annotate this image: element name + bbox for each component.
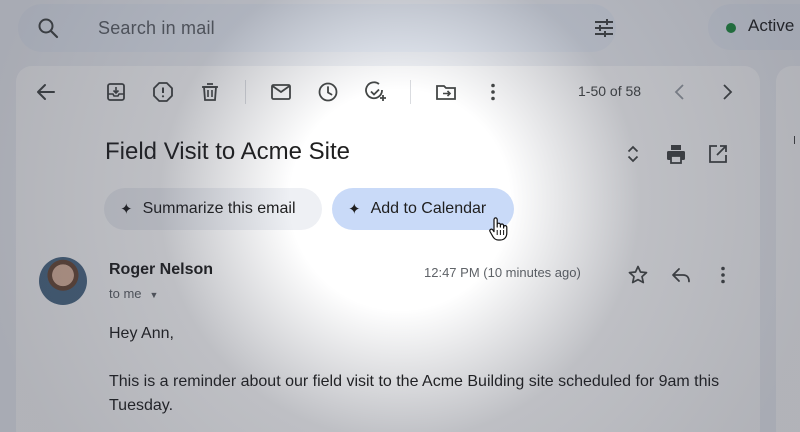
status-dot — [726, 23, 736, 33]
email-body: This is a reminder about our field visit… — [109, 373, 720, 414]
status-label: Active — [748, 16, 795, 35]
star-icon[interactable] — [626, 263, 650, 287]
summarize-label: Summarize this email — [142, 200, 296, 217]
chevron-right-icon[interactable] — [715, 80, 739, 104]
message-more-icon[interactable] — [711, 263, 735, 287]
mark-unread-icon[interactable] — [269, 80, 293, 104]
reply-icon[interactable] — [669, 263, 693, 287]
snooze-icon[interactable] — [316, 80, 340, 104]
email-greeting: Hey Ann, — [109, 325, 174, 342]
search-options-icon[interactable] — [592, 16, 616, 40]
search-input[interactable]: Search in mail — [98, 18, 215, 39]
email-subject: Field Visit to Acme Site — [105, 138, 350, 165]
pagination-count: 1-50 of 58 — [578, 83, 642, 99]
caret-down-icon[interactable]: ▼ — [150, 290, 159, 300]
recipient-label: to me — [109, 286, 142, 301]
search-bar[interactable]: Search in mail — [18, 4, 616, 52]
sender-name[interactable]: Roger Nelson — [109, 261, 213, 279]
chevron-left-icon[interactable] — [668, 80, 692, 104]
hand-pointer-cursor-icon — [487, 216, 509, 242]
delete-icon[interactable] — [198, 80, 222, 104]
toolbar-divider — [245, 80, 246, 104]
sender-avatar[interactable] — [39, 257, 87, 305]
sparkle-icon: ✦ — [120, 201, 133, 218]
side-panel — [776, 66, 800, 432]
toolbar-divider — [410, 80, 411, 104]
archive-icon[interactable] — [104, 80, 128, 104]
recipient-details[interactable]: to me ▼ — [109, 286, 158, 301]
status-chip[interactable]: Active — [708, 4, 800, 50]
more-vert-icon[interactable] — [481, 80, 505, 104]
add-task-icon[interactable] — [363, 80, 387, 104]
report-spam-icon[interactable] — [151, 80, 175, 104]
email-timestamp: 12:47 PM (10 minutes ago) — [424, 265, 581, 280]
sparkle-icon: ✦ — [348, 201, 361, 218]
print-icon[interactable] — [664, 142, 688, 166]
search-icon[interactable] — [36, 16, 60, 40]
expand-collapse-icon[interactable] — [621, 142, 645, 166]
add-to-calendar-label: Add to Calendar — [370, 200, 487, 217]
side-panel-edge — [794, 136, 800, 144]
move-to-icon[interactable] — [434, 80, 458, 104]
back-arrow-icon[interactable] — [34, 80, 58, 104]
open-new-window-icon[interactable] — [706, 142, 730, 166]
summarize-email-button[interactable]: ✦ Summarize this email — [104, 188, 322, 230]
